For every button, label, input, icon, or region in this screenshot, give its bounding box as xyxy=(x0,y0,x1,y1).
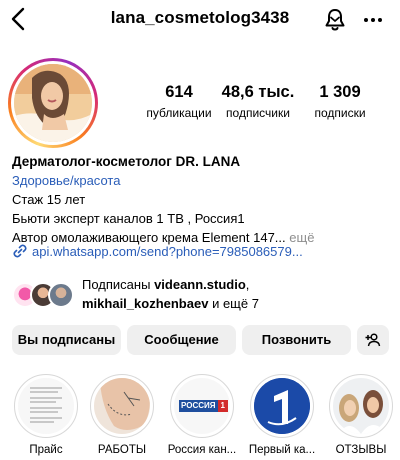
highlight-russia-cover: РОССИЯ 1 xyxy=(174,378,230,434)
bio-line-expert: Бьюти эксперт каналов 1 ТВ , Россия1 xyxy=(12,211,245,226)
highlight-ring xyxy=(90,374,154,438)
bio-line-author-text: Автор омолаживающего крема Element 147..… xyxy=(12,230,286,245)
highlight-ring: РОССИЯ 1 xyxy=(170,374,234,438)
followed-by-text[interactable]: Подписаны videann.studio, mikhail_kozhen… xyxy=(82,275,259,313)
russia-logo-text: РОССИЯ xyxy=(179,400,218,412)
bio-name: Дерматолог-косметолог DR. LANA xyxy=(12,154,241,169)
highlight-ring xyxy=(250,374,314,438)
following-count: 1 309 xyxy=(319,83,361,101)
stat-posts[interactable]: 614 публикации xyxy=(140,83,218,120)
highlight-works-cover xyxy=(94,378,150,434)
highlight-ring xyxy=(14,374,78,438)
highlight-first-channel-cover xyxy=(254,378,310,434)
bio-line-experience: Стаж 15 лет xyxy=(12,192,86,207)
stat-followers[interactable]: 48,6 тыс. подписчики xyxy=(218,83,298,120)
highlight-price[interactable]: Прайс xyxy=(13,374,79,456)
add-user-icon xyxy=(365,333,381,347)
follower-avatar xyxy=(48,282,74,308)
suggested-users-button[interactable] xyxy=(357,325,389,355)
highlight-label: Прайс xyxy=(29,444,63,456)
highlight-label: ОТЗЫВЫ xyxy=(335,444,387,456)
russia-logo: РОССИЯ 1 xyxy=(179,400,228,412)
profile-avatar[interactable] xyxy=(8,58,98,148)
bio-website-link[interactable]: api.whatsapp.com/send?phone=7985086579..… xyxy=(12,244,397,259)
stat-following[interactable]: 1 309 подписки xyxy=(300,83,380,120)
channel-one-logo xyxy=(254,378,310,434)
following-button[interactable]: Вы подписаны xyxy=(12,325,121,355)
highlight-russia-channel[interactable]: РОССИЯ 1 Россия кан... xyxy=(168,374,236,456)
followed-by-user1[interactable]: videann.studio xyxy=(154,277,246,292)
link-icon xyxy=(13,244,27,258)
highlight-reviews[interactable]: ОТЗЫВЫ xyxy=(328,374,394,456)
highlight-ring xyxy=(329,374,393,438)
posts-count: 614 xyxy=(165,83,193,101)
bell-icon[interactable] xyxy=(323,7,347,33)
bio-category[interactable]: Здоровье/красота xyxy=(12,171,392,190)
posts-label: публикации xyxy=(146,106,212,120)
followed-by-prefix: Подписаны xyxy=(82,277,151,292)
highlight-reviews-cover xyxy=(333,378,389,434)
highlight-label: РАБОТЫ xyxy=(97,444,147,456)
avatar-photo xyxy=(14,64,92,142)
bio-more-link[interactable]: ещё xyxy=(289,230,314,245)
followers-count: 48,6 тыс. xyxy=(221,83,295,101)
followed-by-suffix: и ещё 7 xyxy=(212,296,259,311)
highlight-first-channel[interactable]: Первый ка... xyxy=(249,374,315,456)
more-dots-icon[interactable] xyxy=(362,9,384,31)
message-button[interactable]: Сообщение xyxy=(127,325,236,355)
highlight-label: Первый ка... xyxy=(248,444,316,456)
following-label: подписки xyxy=(314,106,366,120)
bio-link-text: api.whatsapp.com/send?phone=7985086579..… xyxy=(32,244,303,259)
highlight-label: Россия кан... xyxy=(167,444,237,456)
call-button[interactable]: Позвонить xyxy=(242,325,351,355)
followed-by-avatars[interactable] xyxy=(12,282,76,308)
followers-label: подписчики xyxy=(226,106,290,120)
profile-bio: Дерматолог-косметолог DR. LANA Здоровье/… xyxy=(12,152,392,247)
russia-logo-digit: 1 xyxy=(217,400,228,412)
profile-header: lana_cosmetolog3438 xyxy=(0,0,400,42)
highlight-price-cover xyxy=(18,378,74,434)
highlight-works[interactable]: РАБОТЫ xyxy=(89,374,155,456)
followed-by-user2[interactable]: mikhail_kozhenbaev xyxy=(82,296,208,311)
